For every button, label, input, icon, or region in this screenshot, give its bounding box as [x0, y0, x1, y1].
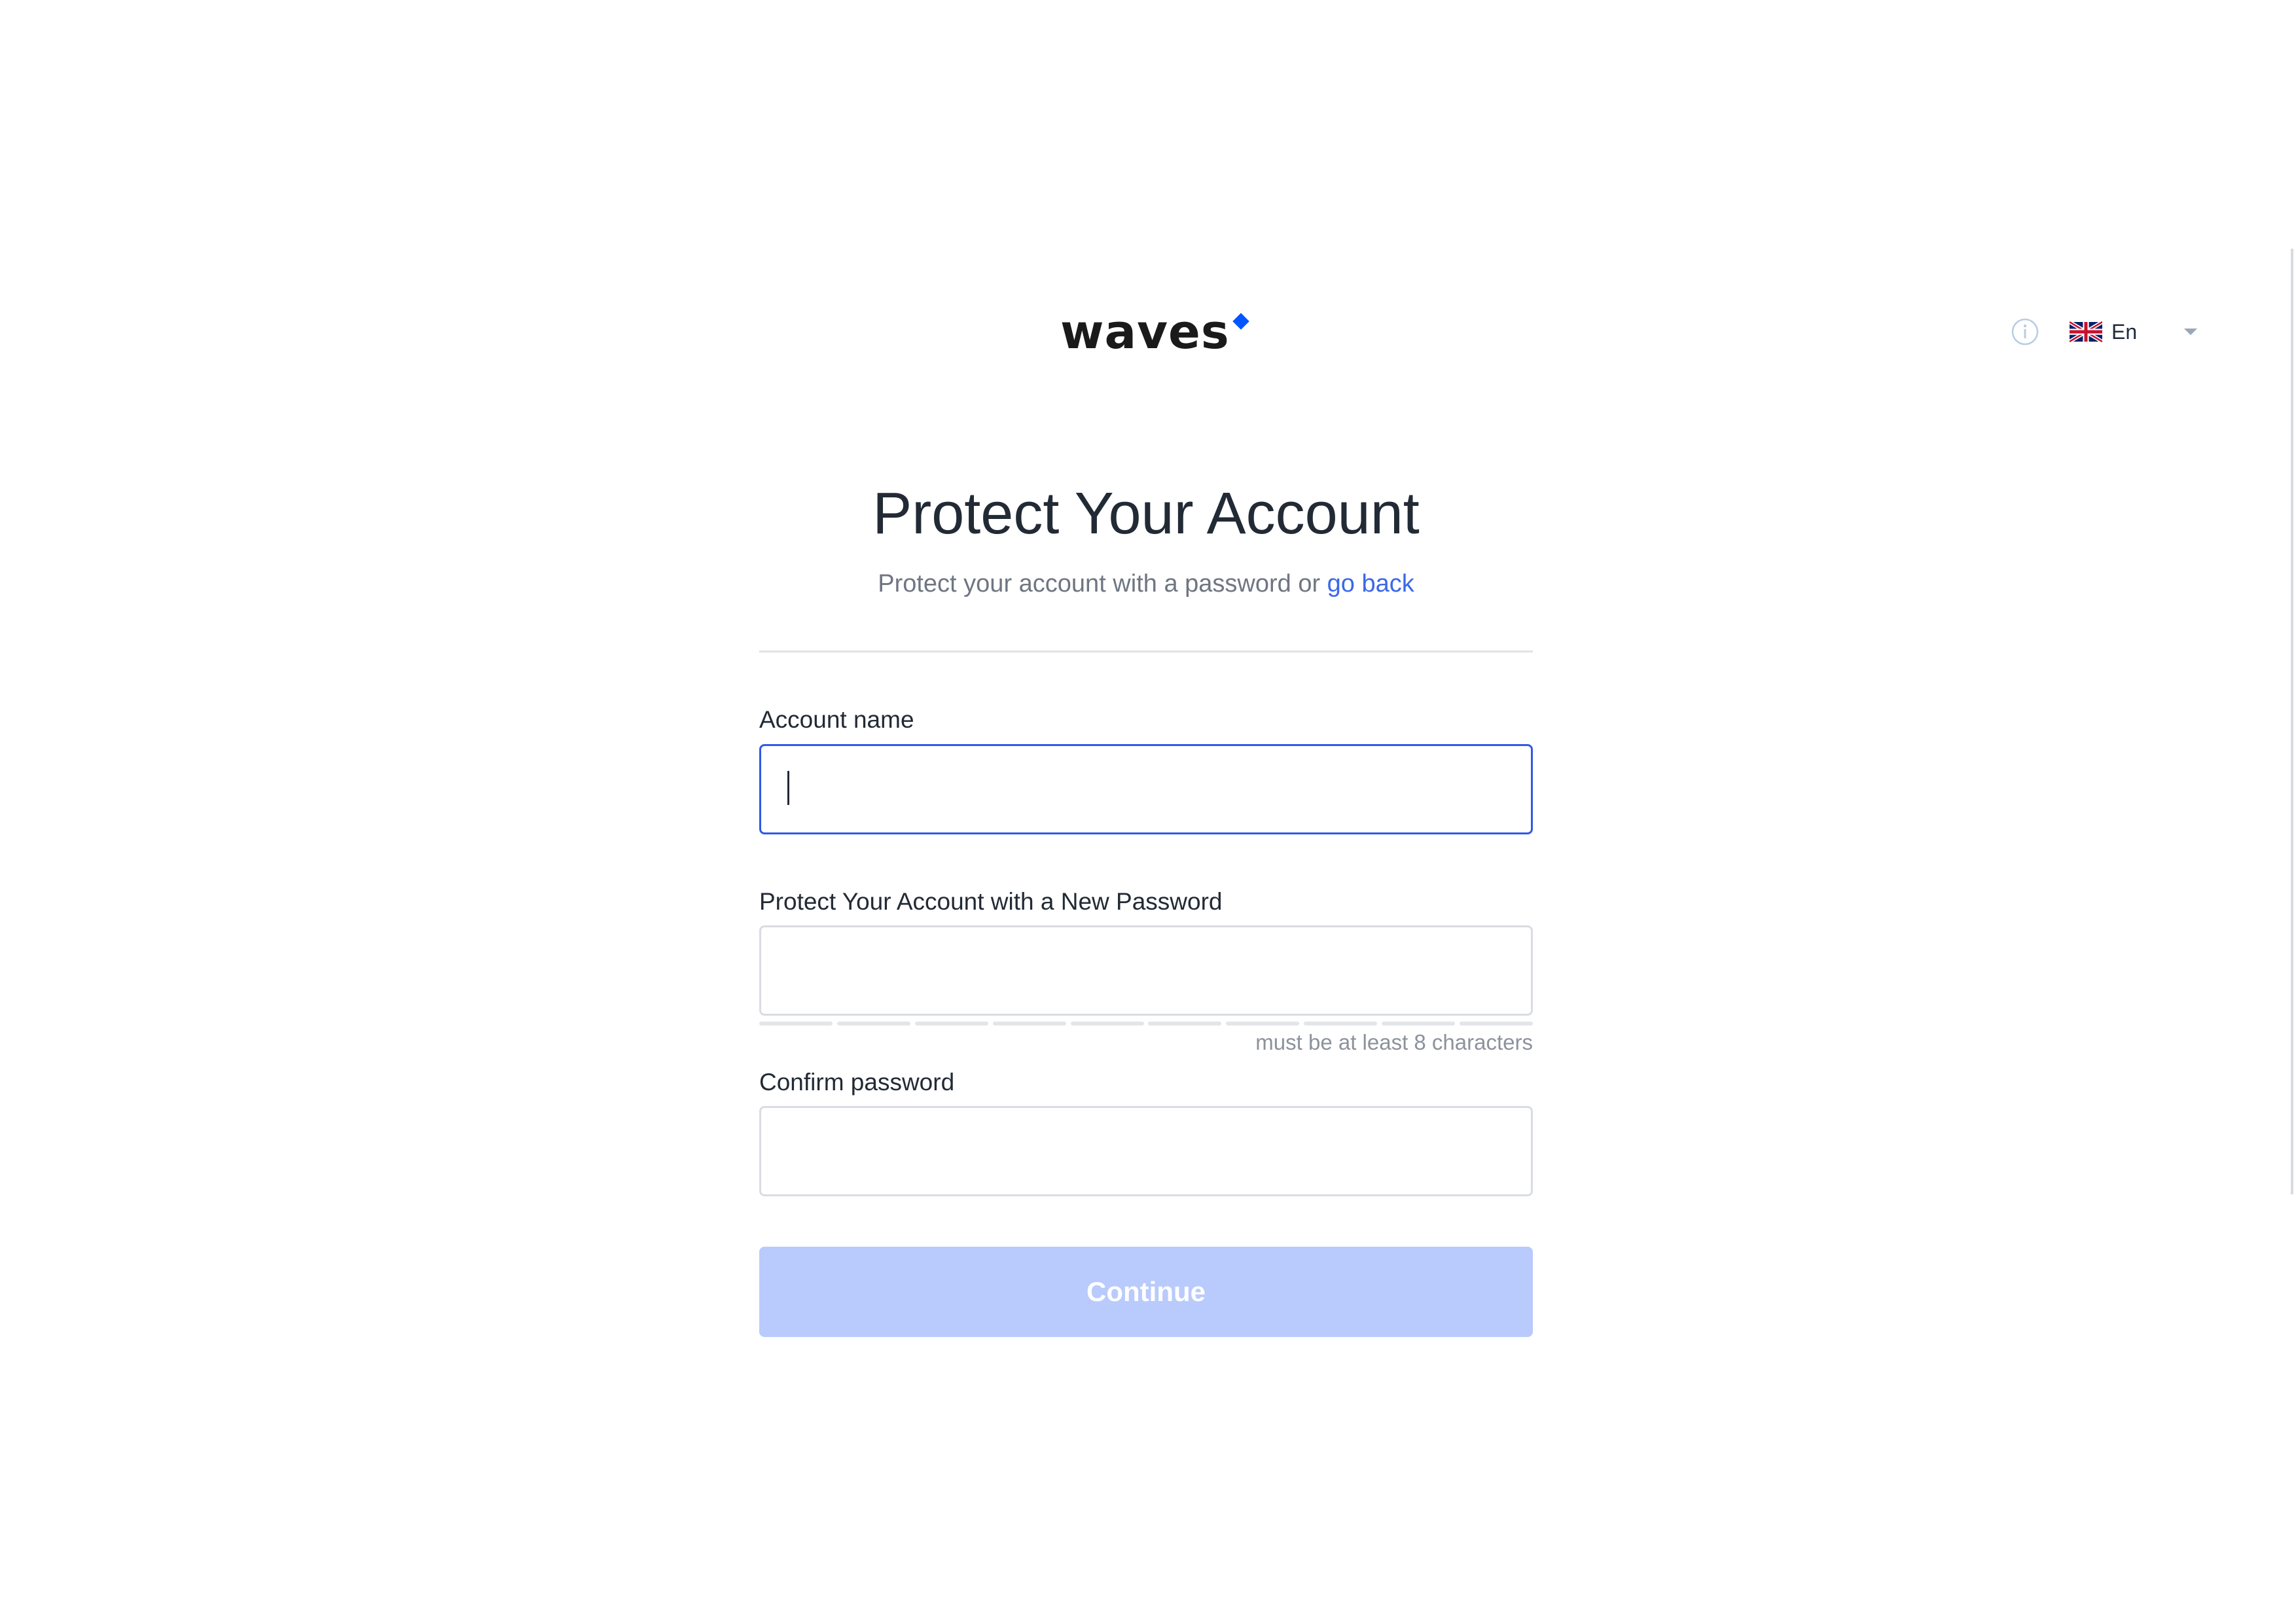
strength-segment	[1304, 1022, 1378, 1026]
text-cursor	[787, 771, 789, 805]
account-name-input[interactable]	[759, 744, 1533, 834]
strength-segment	[1459, 1022, 1533, 1026]
strength-segment	[1070, 1022, 1144, 1026]
protect-account-page: waves En Protect Your Account Protect yo…	[0, 0, 2296, 1623]
subtitle-text: Protect your account with a password or	[878, 570, 1321, 597]
logo-text: waves	[1060, 304, 1230, 359]
continue-button[interactable]: Continue	[759, 1247, 1533, 1337]
uk-flag-icon	[2070, 321, 2102, 342]
strength-segment	[1148, 1022, 1222, 1026]
strength-segment	[836, 1022, 910, 1026]
strength-segment	[759, 1022, 833, 1026]
strength-segment	[1226, 1022, 1300, 1026]
waves-logo: waves	[1060, 302, 1249, 361]
confirm-password-label: Confirm password	[759, 1069, 955, 1096]
logo-diamond-icon	[1232, 313, 1249, 330]
go-back-link[interactable]: go back	[1327, 570, 1414, 597]
account-name-label: Account name	[759, 706, 914, 733]
chevron-down-icon	[2184, 329, 2198, 335]
password-hint: must be at least 8 characters	[1255, 1030, 1533, 1054]
new-password-input[interactable]	[759, 925, 1533, 1016]
language-selector[interactable]: En	[2070, 320, 2198, 344]
language-label: En	[2111, 319, 2138, 344]
scrollbar[interactable]	[2291, 249, 2293, 1194]
page-title: Protect Your Account	[872, 481, 1420, 546]
password-strength-meter	[759, 1022, 1533, 1026]
info-icon[interactable]	[2011, 317, 2039, 346]
header-controls: En	[2011, 315, 2198, 348]
strength-segment	[992, 1022, 1066, 1026]
new-password-label: Protect Your Account with a New Password	[759, 888, 1223, 915]
page-subtitle: Protect your account with a password or …	[759, 565, 1533, 602]
strength-segment	[1382, 1022, 1455, 1026]
strength-segment	[914, 1022, 988, 1026]
confirm-password-input[interactable]	[759, 1106, 1533, 1196]
divider	[759, 651, 1533, 652]
